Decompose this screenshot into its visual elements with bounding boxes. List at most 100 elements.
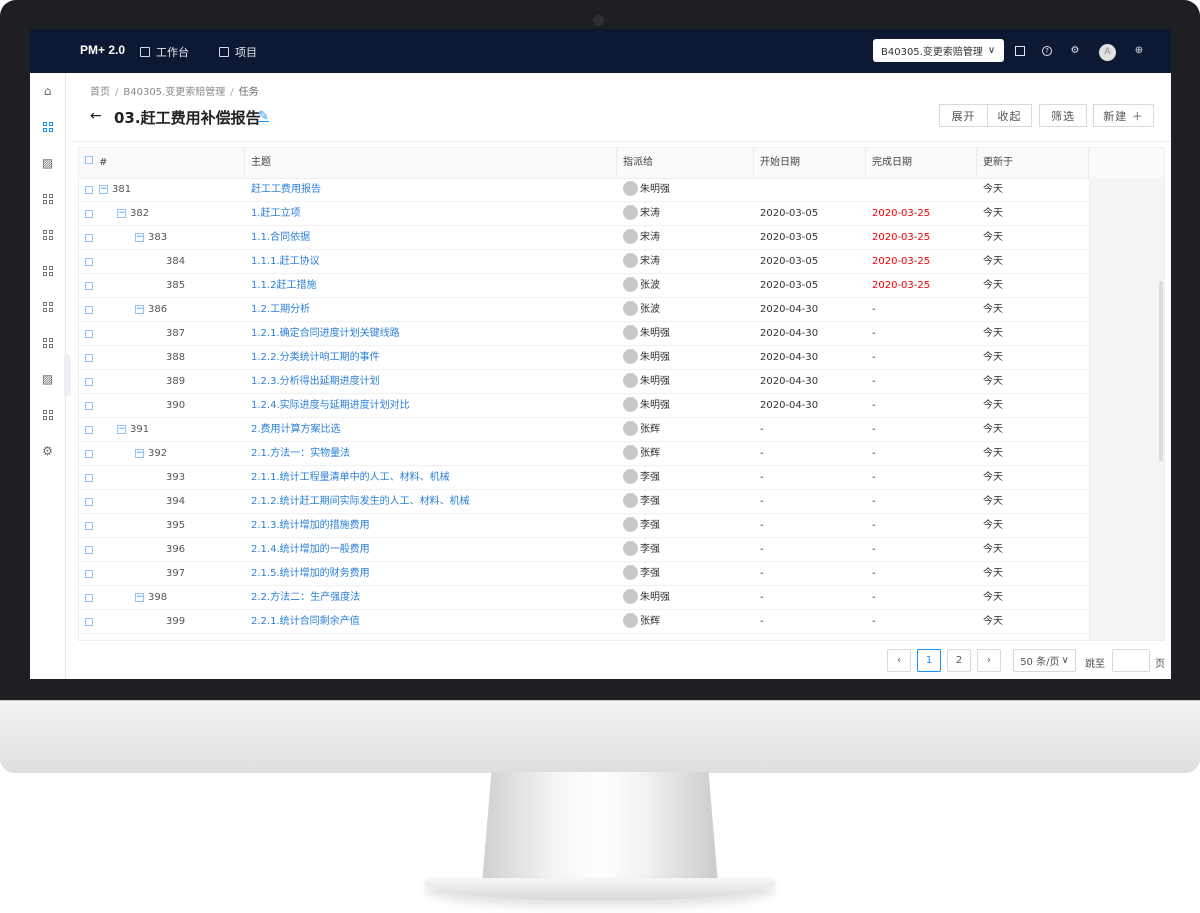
row-checkbox[interactable] bbox=[85, 426, 93, 434]
row-subject-link[interactable]: 2.2.1.统计合同剩余产值 bbox=[251, 610, 611, 634]
row-checkbox[interactable] bbox=[85, 474, 93, 482]
row-subject-link[interactable]: 1.2.4.实际进度与延期进度计划对比 bbox=[251, 394, 611, 418]
edit-icon[interactable]: ✎ bbox=[258, 109, 269, 124]
page-2-button[interactable]: 2 bbox=[947, 649, 971, 672]
row-subject-link[interactable]: 1.2.工期分析 bbox=[251, 298, 611, 322]
row-checkbox[interactable] bbox=[85, 258, 93, 266]
collapse-toggle-icon[interactable]: − bbox=[135, 449, 144, 458]
table-row[interactable]: 387 1.2.1.确定合同进度计划关键线路 朱明强 2020-04-30 - 今天 bbox=[79, 322, 1089, 346]
prev-page-button[interactable]: ‹ bbox=[887, 649, 911, 672]
page-size-select[interactable]: 50 条/页 ∨ bbox=[1013, 649, 1076, 672]
table-row[interactable]: −382 1.赶工立项 宋涛 2020-03-05 2020-03-25 今天 bbox=[79, 202, 1089, 226]
row-checkbox[interactable] bbox=[85, 570, 93, 578]
row-subject-link[interactable]: 1.赶工立项 bbox=[251, 202, 611, 226]
table-row[interactable]: 396 2.1.4.统计增加的一般费用 李强 - - 今天 bbox=[79, 538, 1089, 562]
row-subject-link[interactable]: 1.1.合同依据 bbox=[251, 226, 611, 250]
table-row[interactable]: 384 1.1.1.赶工协议 宋涛 2020-03-05 2020-03-25 今天 bbox=[79, 250, 1089, 274]
column-start-date[interactable]: 开始日期 bbox=[754, 148, 866, 178]
collapse-button[interactable]: 收起 bbox=[987, 104, 1032, 127]
row-checkbox[interactable] bbox=[85, 282, 93, 290]
row-subject-link[interactable]: 2.1.4.统计增加的一般费用 bbox=[251, 538, 611, 562]
settings-icon[interactable]: ⚙ bbox=[1070, 46, 1080, 56]
next-page-button[interactable]: › bbox=[977, 649, 1001, 672]
settings-icon[interactable]: ⚙ bbox=[41, 445, 54, 458]
grid-icon[interactable] bbox=[41, 229, 54, 242]
row-checkbox[interactable] bbox=[85, 378, 93, 386]
select-all-checkbox[interactable] bbox=[85, 156, 93, 164]
row-checkbox[interactable] bbox=[85, 498, 93, 506]
table-row[interactable]: −383 1.1.合同依据 宋涛 2020-03-05 2020-03-25 今天 bbox=[79, 226, 1089, 250]
collapse-toggle-icon[interactable]: − bbox=[135, 233, 144, 242]
row-checkbox[interactable] bbox=[85, 402, 93, 410]
row-subject-link[interactable]: 1.1.2赶工措施 bbox=[251, 274, 611, 298]
column-assignee[interactable]: 指派给 bbox=[617, 148, 754, 178]
table-row[interactable]: 395 2.1.3.统计增加的措施费用 李强 - - 今天 bbox=[79, 514, 1089, 538]
grid-icon[interactable] bbox=[41, 193, 54, 206]
home-icon[interactable]: ⌂ bbox=[41, 85, 54, 98]
row-checkbox[interactable] bbox=[85, 210, 93, 218]
filter-button[interactable]: 筛选 bbox=[1039, 104, 1087, 127]
table-row[interactable]: −398 2.2.方法二：生产强度法 朱明强 - - 今天 bbox=[79, 586, 1089, 610]
row-checkbox[interactable] bbox=[85, 234, 93, 242]
table-row[interactable]: −392 2.1.方法一：实物量法 张辉 - - 今天 bbox=[79, 442, 1089, 466]
row-subject-link[interactable]: 1.1.1.赶工协议 bbox=[251, 250, 611, 274]
row-subject-link[interactable]: 2.费用计算方案比选 bbox=[251, 418, 611, 442]
row-checkbox[interactable] bbox=[85, 450, 93, 458]
vertical-scrollbar[interactable] bbox=[1159, 281, 1163, 461]
row-checkbox[interactable] bbox=[85, 330, 93, 338]
image-icon[interactable]: ▨ bbox=[41, 373, 54, 386]
project-select[interactable]: B40305.变更索赔管理 ∨ bbox=[873, 39, 1004, 62]
page-1-button[interactable]: 1 bbox=[917, 649, 941, 672]
table-row[interactable]: 393 2.1.1.统计工程量清单中的人工、材料、机械 李强 - - 今天 bbox=[79, 466, 1089, 490]
table-row[interactable]: −391 2.费用计算方案比选 张辉 - - 今天 bbox=[79, 418, 1089, 442]
row-checkbox[interactable] bbox=[85, 546, 93, 554]
app-brand[interactable]: PM+ 2.0 bbox=[80, 43, 125, 57]
table-row[interactable]: 389 1.2.3.分析得出延期进度计划 朱明强 2020-04-30 - 今天 bbox=[79, 370, 1089, 394]
grid-icon[interactable] bbox=[41, 409, 54, 422]
breadcrumb-home[interactable]: 首页 bbox=[90, 87, 110, 98]
grid-icon[interactable] bbox=[41, 301, 54, 314]
row-checkbox[interactable] bbox=[85, 618, 93, 626]
nav-projects[interactable]: 项目 bbox=[219, 44, 257, 60]
qrcode-icon[interactable] bbox=[1015, 46, 1025, 56]
expand-button[interactable]: 展开 bbox=[939, 104, 988, 127]
row-checkbox[interactable] bbox=[85, 594, 93, 602]
row-checkbox[interactable] bbox=[85, 522, 93, 530]
table-row[interactable]: −381 赶工工费用报告 朱明强 今天 bbox=[79, 178, 1089, 202]
globe-icon[interactable]: ⊕ bbox=[1134, 46, 1144, 56]
row-subject-link[interactable]: 2.1.3.统计增加的措施费用 bbox=[251, 514, 611, 538]
table-row[interactable]: −386 1.2.工期分析 张波 2020-04-30 - 今天 bbox=[79, 298, 1089, 322]
sidebar-collapse-handle[interactable] bbox=[64, 354, 71, 396]
collapse-toggle-icon[interactable]: − bbox=[117, 209, 126, 218]
grid-icon[interactable] bbox=[41, 121, 54, 134]
table-row[interactable]: 385 1.1.2赶工措施 张波 2020-03-05 2020-03-25 今天 bbox=[79, 274, 1089, 298]
column-id[interactable]: # bbox=[79, 148, 245, 178]
row-subject-link[interactable]: 2.2.方法二：生产强度法 bbox=[251, 586, 611, 610]
collapse-toggle-icon[interactable]: − bbox=[135, 305, 144, 314]
collapse-toggle-icon[interactable]: − bbox=[135, 593, 144, 602]
collapse-toggle-icon[interactable]: − bbox=[117, 425, 126, 434]
row-subject-link[interactable]: 1.2.2.分类统计响工期的事件 bbox=[251, 346, 611, 370]
breadcrumb-project[interactable]: B40305.变更索赔管理 bbox=[123, 87, 225, 98]
jump-page-input[interactable] bbox=[1112, 649, 1150, 672]
table-row[interactable]: 390 1.2.4.实际进度与延期进度计划对比 朱明强 2020-04-30 - 今天 bbox=[79, 394, 1089, 418]
row-checkbox[interactable] bbox=[85, 186, 93, 194]
row-checkbox[interactable] bbox=[85, 354, 93, 362]
help-icon[interactable]: ? bbox=[1042, 46, 1052, 56]
back-arrow-icon[interactable]: ← bbox=[90, 108, 102, 124]
table-row[interactable]: 388 1.2.2.分类统计响工期的事件 朱明强 2020-04-30 - 今天 bbox=[79, 346, 1089, 370]
grid-icon[interactable] bbox=[41, 265, 54, 278]
row-subject-link[interactable]: 2.1.1.统计工程量清单中的人工、材料、机械 bbox=[251, 466, 611, 490]
row-subject-link[interactable]: 1.2.1.确定合同进度计划关键线路 bbox=[251, 322, 611, 346]
column-subject[interactable]: 主题 bbox=[245, 148, 617, 178]
nav-workbench[interactable]: 工作台 bbox=[140, 44, 189, 60]
row-subject-link[interactable]: 赶工工费用报告 bbox=[251, 178, 611, 202]
create-button[interactable]: 新建 ＋ bbox=[1093, 104, 1154, 127]
user-avatar[interactable]: A bbox=[1099, 44, 1116, 61]
row-subject-link[interactable]: 1.2.3.分析得出延期进度计划 bbox=[251, 370, 611, 394]
row-checkbox[interactable] bbox=[85, 306, 93, 314]
table-row[interactable]: 399 2.2.1.统计合同剩余产值 张辉 - - 今天 bbox=[79, 610, 1089, 634]
column-end-date[interactable]: 完成日期 bbox=[866, 148, 977, 178]
grid-icon[interactable] bbox=[41, 337, 54, 350]
column-updated[interactable]: 更新于 bbox=[977, 148, 1089, 178]
